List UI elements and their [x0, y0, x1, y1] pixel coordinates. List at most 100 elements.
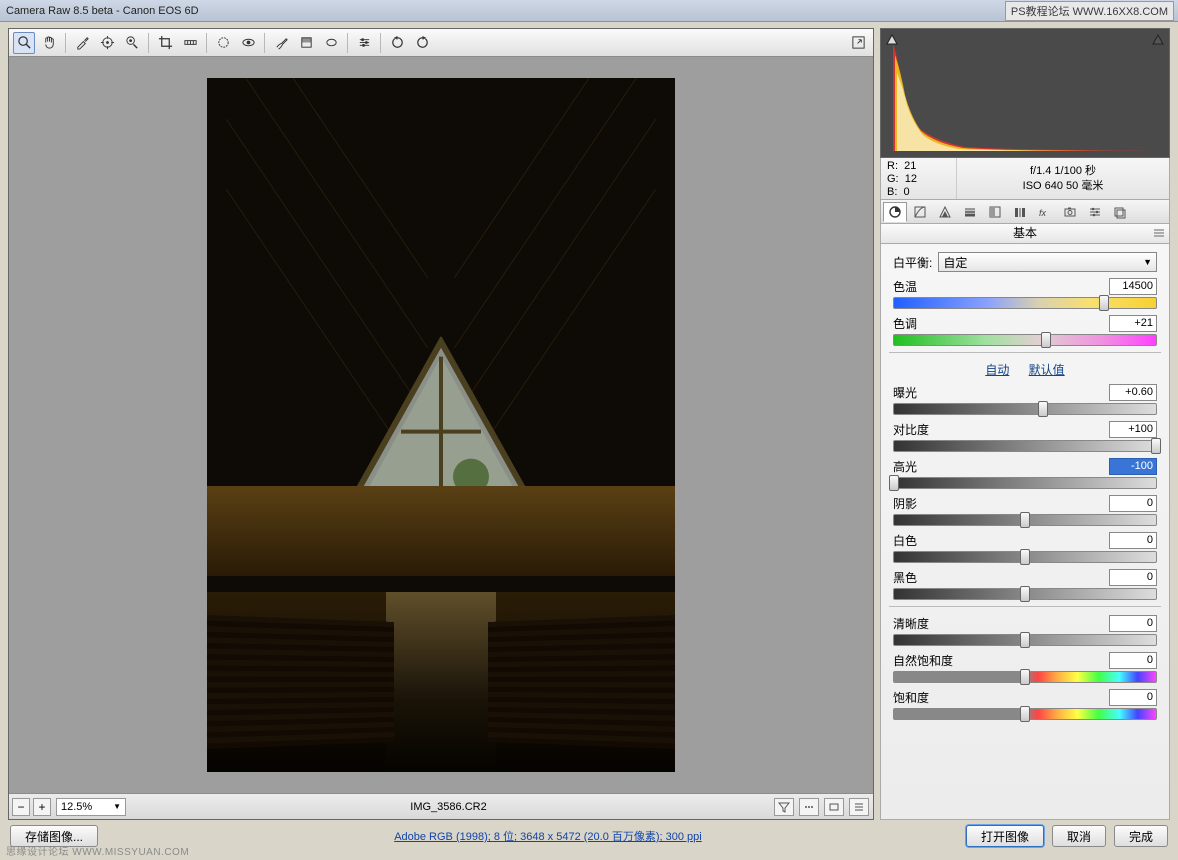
slider-value-saturation[interactable]: 0	[1109, 689, 1157, 706]
slider-value-highlights[interactable]: -100	[1109, 458, 1157, 475]
adjustments-pane: R: 21 G: 12 B: 0 f/1.4 1/100 秒 ISO 640 5…	[880, 28, 1170, 820]
hand-icon[interactable]	[38, 32, 60, 54]
basic-panel: 白平衡: 自定▼ 色温 14500 色调 +21 自动 默认值 曝光	[880, 244, 1170, 820]
preferences-icon[interactable]	[353, 32, 375, 54]
label-icon[interactable]	[824, 798, 844, 816]
slider-track-clarity[interactable]	[893, 634, 1157, 646]
menu-icon[interactable]	[849, 798, 869, 816]
watermark-bottom: 思缘设计论坛 WWW.MISSYUAN.COM	[6, 843, 189, 858]
rating-icon[interactable]	[799, 798, 819, 816]
slider-thumb-exposure[interactable]	[1038, 401, 1048, 417]
eyedropper-icon[interactable]	[71, 32, 93, 54]
slider-vibrance: 自然饱和度 0	[893, 652, 1157, 683]
default-link[interactable]: 默认值	[1029, 363, 1065, 377]
tab-lens[interactable]	[1008, 202, 1032, 222]
tab-camera[interactable]	[1058, 202, 1082, 222]
tab-split[interactable]	[983, 202, 1007, 222]
slider-thumb-whites[interactable]	[1020, 549, 1030, 565]
open-button[interactable]: 打开图像	[966, 825, 1044, 847]
slider-thumb-vibrance[interactable]	[1020, 669, 1030, 685]
tab-snapshots[interactable]	[1108, 202, 1132, 222]
slider-temp: 色温 14500	[893, 278, 1157, 309]
slider-label-shadows: 阴影	[893, 495, 917, 512]
slider-value-blacks[interactable]: 0	[1109, 569, 1157, 586]
slider-track-temp[interactable]	[893, 297, 1157, 309]
slider-thumb-temp[interactable]	[1099, 295, 1109, 311]
slider-label-tint: 色调	[893, 315, 917, 332]
target-adjust-icon[interactable]	[121, 32, 143, 54]
slider-label-vibrance: 自然饱和度	[893, 652, 953, 669]
slider-thumb-blacks[interactable]	[1020, 586, 1030, 602]
highlight-clip-icon[interactable]	[1151, 32, 1165, 46]
filename-label: IMG_3586.CR2	[126, 801, 771, 813]
crop-icon[interactable]	[154, 32, 176, 54]
straighten-icon[interactable]	[179, 32, 201, 54]
auto-link[interactable]: 自动	[985, 363, 1009, 377]
workflow-link[interactable]: Adobe RGB (1998); 8 位; 3648 x 5472 (20.0…	[138, 828, 958, 844]
slider-value-shadows[interactable]: 0	[1109, 495, 1157, 512]
tab-fx[interactable]: fx	[1033, 202, 1057, 222]
slider-track-exposure[interactable]	[893, 403, 1157, 415]
slider-value-clarity[interactable]: 0	[1109, 615, 1157, 632]
tab-hsl[interactable]	[958, 202, 982, 222]
slider-exposure: 曝光 +0.60	[893, 384, 1157, 415]
shadow-clip-icon[interactable]	[885, 32, 899, 46]
svg-text:fx: fx	[1039, 208, 1047, 218]
graduated-filter-icon[interactable]	[295, 32, 317, 54]
wb-label: 白平衡:	[893, 254, 932, 271]
slider-shadows: 阴影 0	[893, 495, 1157, 526]
tab-curve[interactable]	[908, 202, 932, 222]
slider-label-contrast: 对比度	[893, 421, 929, 438]
image-preview[interactable]	[9, 57, 873, 793]
slider-clarity: 清晰度 0	[893, 615, 1157, 646]
color-sampler-icon[interactable]	[96, 32, 118, 54]
slider-value-vibrance[interactable]: 0	[1109, 652, 1157, 669]
slider-value-exposure[interactable]: +0.60	[1109, 384, 1157, 401]
slider-value-tint[interactable]: +21	[1109, 315, 1157, 332]
tab-presets[interactable]	[1083, 202, 1107, 222]
wb-select[interactable]: 自定▼	[938, 252, 1157, 272]
window-title: Camera Raw 8.5 beta - Canon EOS 6D	[6, 5, 199, 17]
slider-track-blacks[interactable]	[893, 588, 1157, 600]
slider-track-saturation[interactable]	[893, 708, 1157, 720]
filter-icon[interactable]	[774, 798, 794, 816]
slider-label-highlights: 高光	[893, 458, 917, 475]
tab-basic[interactable]	[883, 202, 907, 222]
slider-thumb-highlights[interactable]	[889, 475, 899, 491]
slider-track-highlights[interactable]	[893, 477, 1157, 489]
slider-track-vibrance[interactable]	[893, 671, 1157, 683]
slider-label-saturation: 饱和度	[893, 689, 929, 706]
slider-value-temp[interactable]: 14500	[1109, 278, 1157, 295]
slider-thumb-saturation[interactable]	[1020, 706, 1030, 722]
fullscreen-icon[interactable]	[847, 32, 869, 54]
slider-thumb-contrast[interactable]	[1151, 438, 1161, 454]
histogram[interactable]	[880, 28, 1170, 158]
slider-track-shadows[interactable]	[893, 514, 1157, 526]
cancel-button[interactable]: 取消	[1052, 825, 1106, 847]
rotate-ccw-icon[interactable]	[386, 32, 408, 54]
zoom-icon[interactable]	[13, 32, 35, 54]
radial-filter-icon[interactable]	[320, 32, 342, 54]
done-button[interactable]: 完成	[1114, 825, 1168, 847]
slider-contrast: 对比度 +100	[893, 421, 1157, 452]
slider-value-contrast[interactable]: +100	[1109, 421, 1157, 438]
slider-track-whites[interactable]	[893, 551, 1157, 563]
panel-menu-icon[interactable]	[1153, 227, 1165, 239]
slider-track-contrast[interactable]	[893, 440, 1157, 452]
slider-value-whites[interactable]: 0	[1109, 532, 1157, 549]
slider-thumb-clarity[interactable]	[1020, 632, 1030, 648]
slider-thumb-shadows[interactable]	[1020, 512, 1030, 528]
zoom-in-button[interactable]: +	[33, 798, 51, 816]
panel-tabs: fx	[880, 200, 1170, 224]
slider-label-clarity: 清晰度	[893, 615, 929, 632]
slider-thumb-tint[interactable]	[1041, 332, 1051, 348]
rotate-cw-icon[interactable]	[411, 32, 433, 54]
zoom-select[interactable]: 12.5%▼	[56, 798, 126, 816]
preview-image	[207, 78, 675, 772]
zoom-out-button[interactable]: −	[12, 798, 30, 816]
brush-icon[interactable]	[270, 32, 292, 54]
slider-track-tint[interactable]	[893, 334, 1157, 346]
redeye-icon[interactable]	[237, 32, 259, 54]
spot-removal-icon[interactable]	[212, 32, 234, 54]
tab-detail[interactable]	[933, 202, 957, 222]
